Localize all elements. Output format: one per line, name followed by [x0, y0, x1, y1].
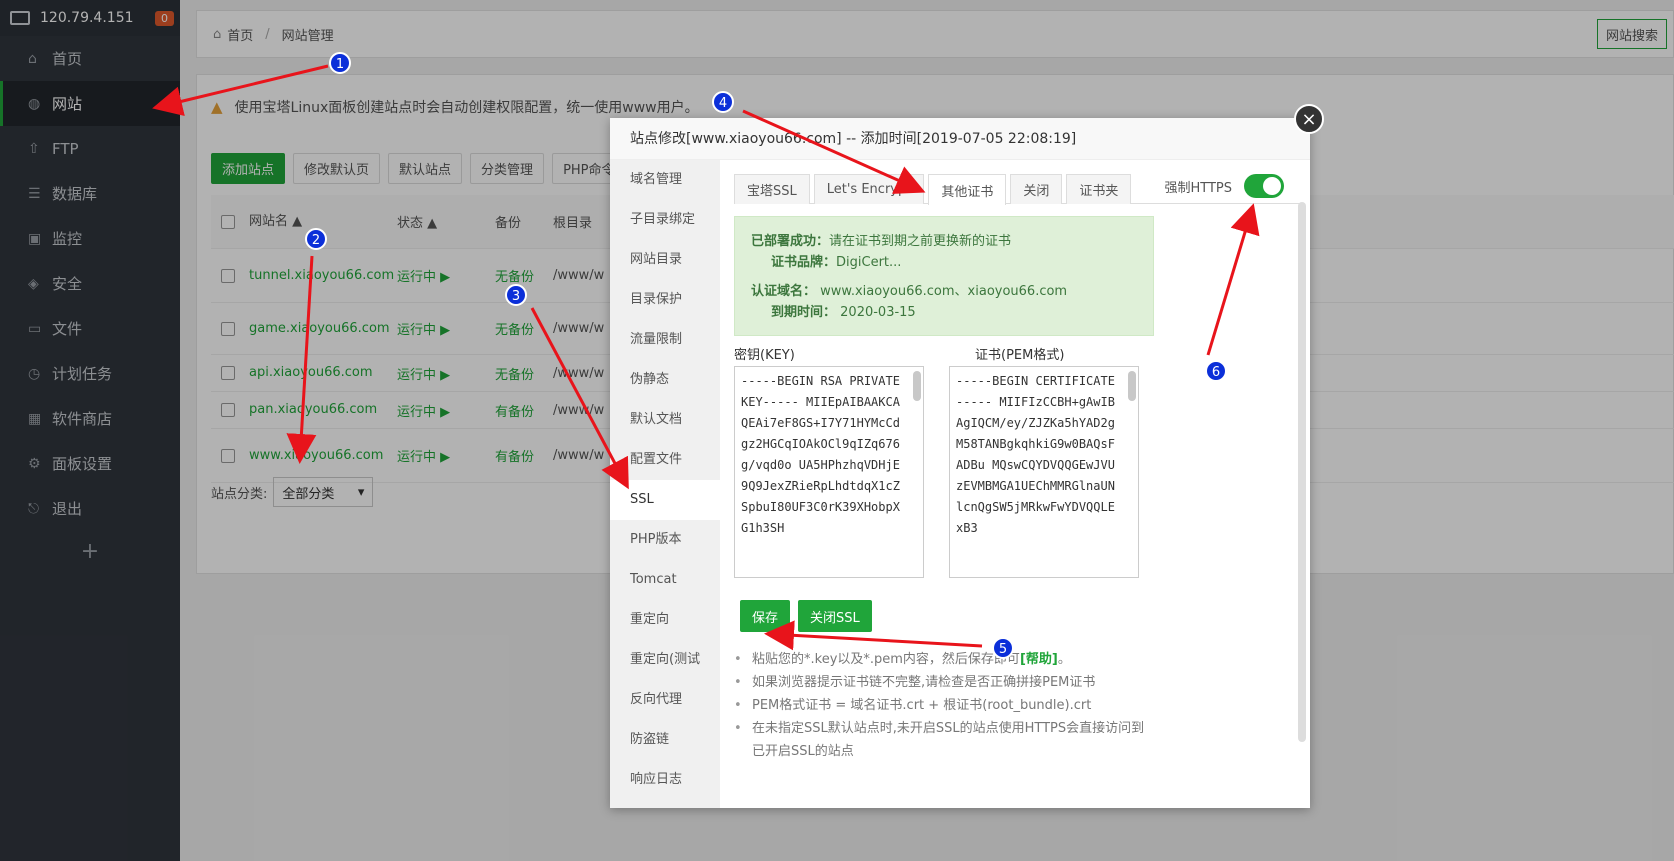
annotation-number: 3 — [512, 289, 520, 304]
annotation-number: 1 — [336, 57, 344, 72]
annotation-number: 4 — [719, 96, 727, 111]
arrow-3 — [530, 307, 629, 490]
annotation-layer: 1 2 3 4 5 6 — [152, 52, 1260, 659]
arrow-5 — [764, 620, 983, 651]
arrow-1 — [152, 64, 329, 116]
annotation-number: 5 — [999, 642, 1007, 657]
arrow-4 — [742, 109, 926, 194]
annotation-number: 6 — [1212, 365, 1220, 380]
annotation-number: 2 — [312, 233, 320, 248]
arrow-2 — [286, 255, 317, 464]
arrow-6 — [1206, 203, 1260, 356]
